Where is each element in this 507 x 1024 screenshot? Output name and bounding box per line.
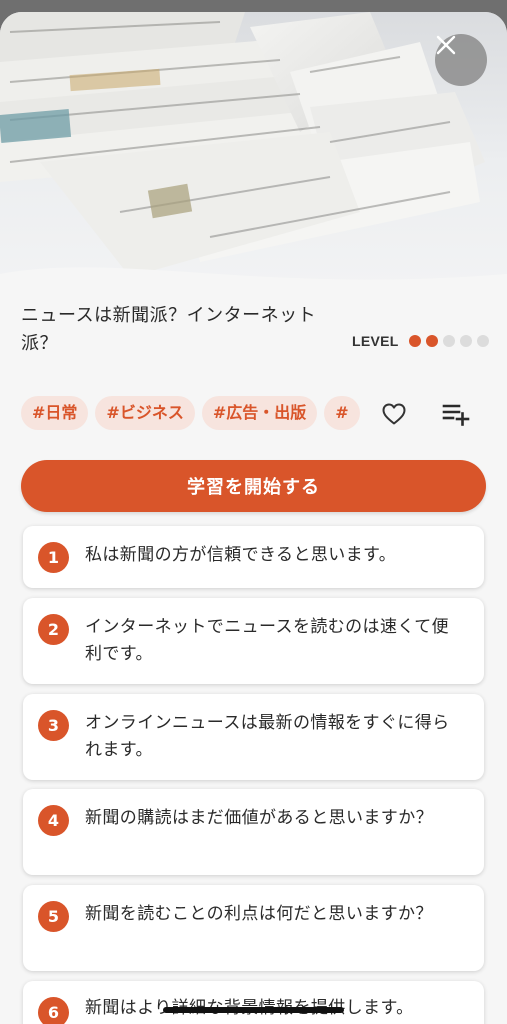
home-indicator (163, 1007, 344, 1013)
sentence-card[interactable]: 6 新聞はより詳細な背景情報を提供します。 (23, 981, 484, 1024)
tag-advertising-publishing[interactable]: #広告・出版 (201, 396, 318, 430)
sentence-number: 2 (38, 614, 69, 645)
sentence-text: オンラインニュースは最新の情報をすぐに得られます。 (85, 713, 450, 760)
level-dot-empty (476, 335, 489, 347)
sentence-number: 6 (38, 997, 69, 1024)
sentence-text: インターネットでニュースを読むのは速くて便利です。 (85, 617, 450, 664)
level-dot-filled (408, 335, 421, 347)
level-indicator: LEVEL (352, 333, 494, 349)
lesson-sheet: ニュースは新聞派？インターネット派？ LEVEL #日常 #ビジネス #広告・出版 #… (0, 12, 507, 1024)
close-button[interactable] (435, 34, 487, 86)
sentence-text: 新聞の購読はまだ価値があると思いますか？ (85, 808, 433, 828)
playlist-add-icon[interactable] (442, 402, 470, 426)
heart-icon[interactable] (381, 402, 407, 426)
tag-partial[interactable]: # (324, 396, 360, 430)
sentence-card[interactable]: 1 私は新聞の方が信頼できると思います。 (23, 526, 484, 588)
newspapers-illustration (0, 12, 507, 287)
sentence-number: 1 (38, 542, 69, 573)
level-dot-empty (459, 335, 472, 347)
sentence-number: 4 (38, 805, 69, 836)
level-label: LEVEL (352, 333, 399, 349)
close-icon (436, 35, 456, 55)
sentence-card[interactable]: 4 新聞の購読はまだ価値があると思いますか？ (23, 789, 484, 875)
tag-business[interactable]: #ビジネス (95, 396, 195, 430)
sentence-card[interactable]: 3 オンラインニュースは最新の情報をすぐに得られます。 (23, 694, 484, 780)
lesson-title: ニュースは新聞派？インターネット派？ (21, 305, 317, 354)
sentence-card[interactable]: 2 インターネットでニュースを読むのは速くて便利です。 (23, 598, 484, 684)
sentence-number: 5 (38, 901, 69, 932)
hero-image (0, 12, 507, 287)
sentence-text: 新聞を読むことの利点は何だと思いますか？ (85, 904, 433, 924)
sentence-card[interactable]: 5 新聞を読むことの利点は何だと思いますか？ (23, 885, 484, 971)
level-dot-filled (425, 335, 438, 347)
tag-daily[interactable]: #日常 (21, 396, 89, 430)
level-dot-empty (442, 335, 455, 347)
sentence-number: 3 (38, 710, 69, 741)
tag-list: #日常 #ビジネス #広告・出版 # (21, 396, 363, 432)
sentence-text: 私は新聞の方が信頼できると思います。 (85, 545, 397, 565)
start-learning-button[interactable]: 学習を開始する (21, 460, 486, 512)
